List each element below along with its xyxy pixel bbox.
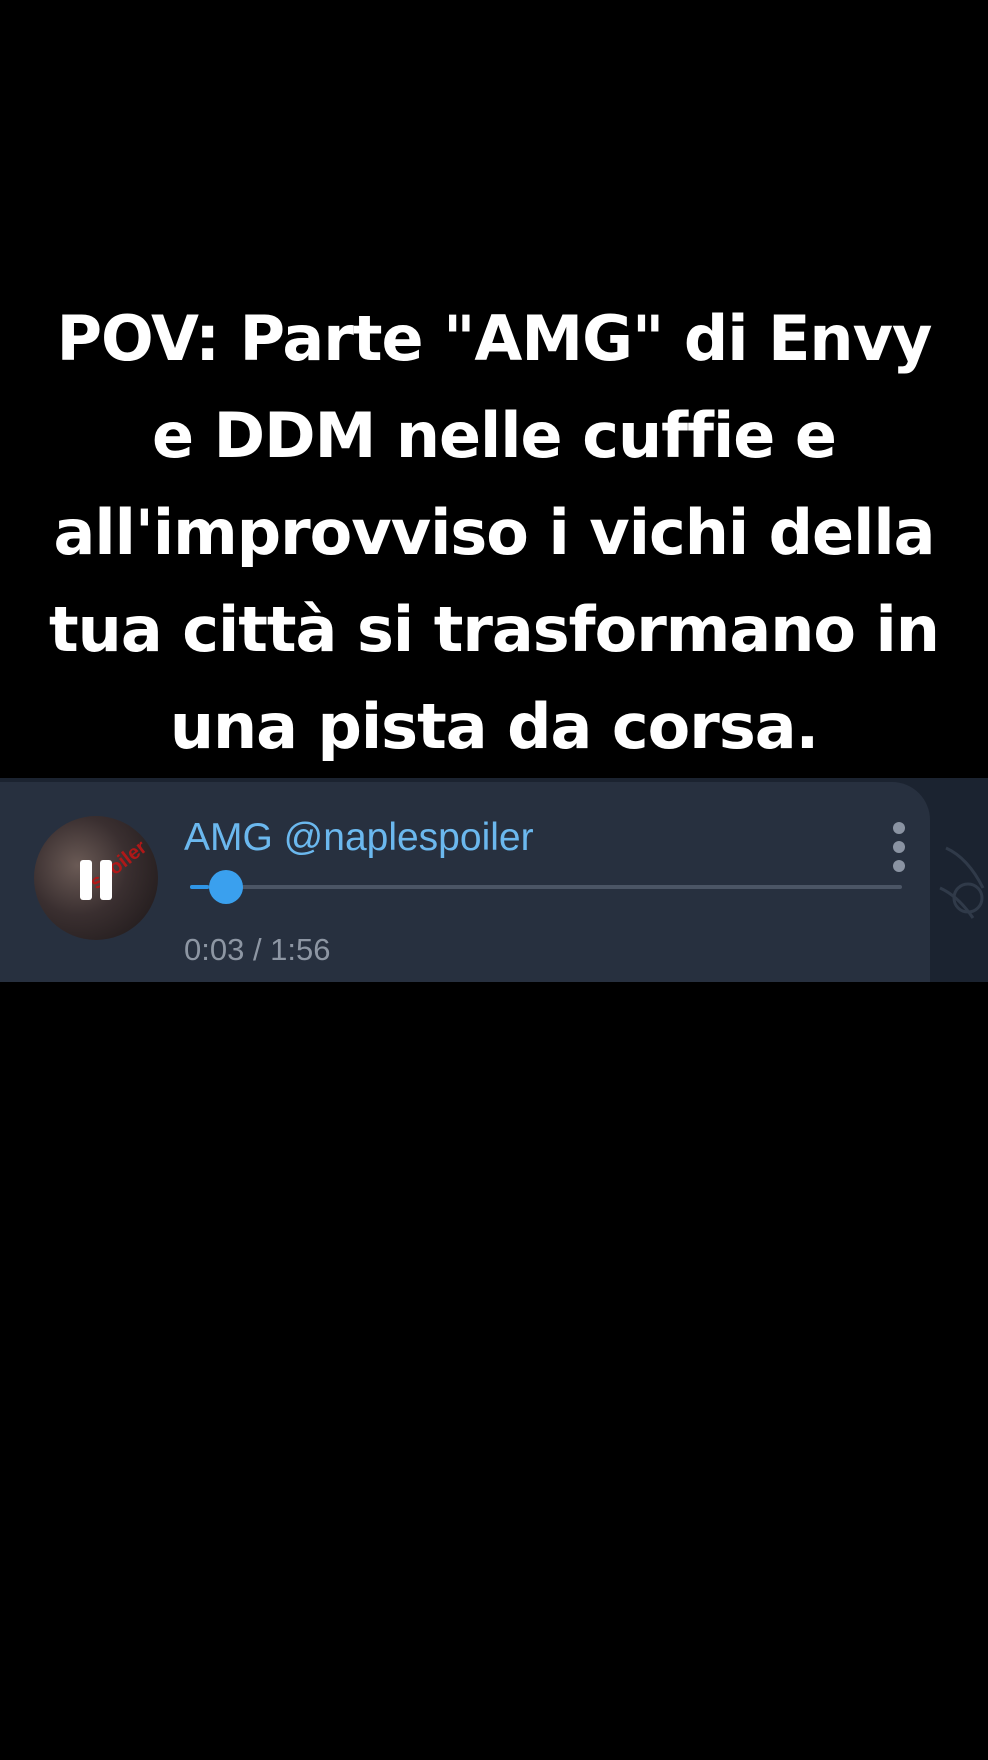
album-cover[interactable]: spoiler [34, 816, 158, 940]
caption-line: e DDM nelle cuffie e [152, 399, 837, 472]
progress-fill [190, 885, 209, 889]
audio-player-card: spoiler AMG @naplespoiler 0:03 / 1:56 [0, 782, 930, 982]
caption-line: all'improvviso i vichi della [53, 496, 936, 569]
progress-slider[interactable] [190, 870, 902, 904]
background-pattern [939, 846, 985, 919]
caption-line: una pista da corsa. [169, 690, 819, 763]
caption-text: POV: Parte "AMG" di Envy e DDM nelle cuf… [40, 290, 948, 775]
caption-line: POV: Parte "AMG" di Envy [56, 302, 933, 375]
progress-track [190, 885, 902, 889]
time-label: 0:03 / 1:56 [184, 932, 331, 967]
progress-knob[interactable] [208, 870, 243, 904]
track-title: AMG @naplespoiler [184, 816, 534, 859]
caption-line: tua città si trasformano in [49, 593, 940, 666]
pause-button[interactable] [78, 860, 114, 900]
audio-player-strip: spoiler AMG @naplespoiler 0:03 / 1:56 [0, 778, 988, 982]
more-options-button[interactable] [890, 822, 908, 872]
